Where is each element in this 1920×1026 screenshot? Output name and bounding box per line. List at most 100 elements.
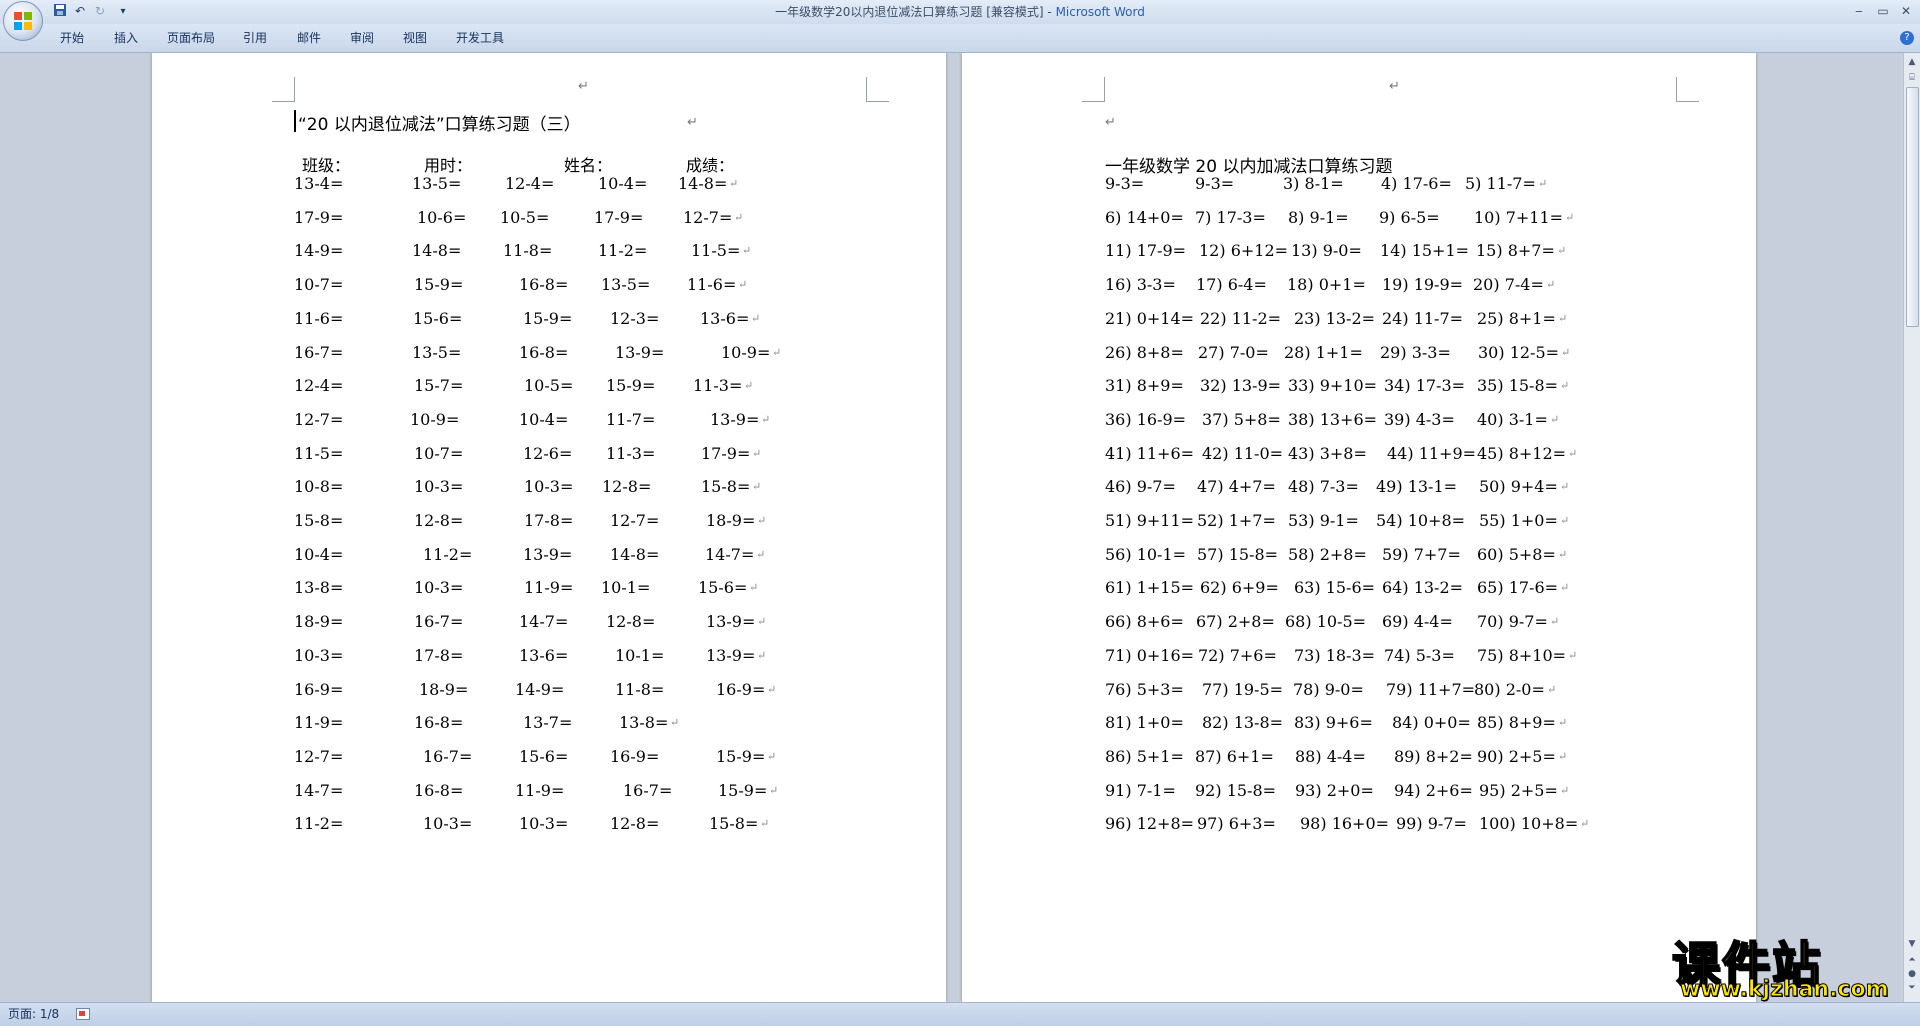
exercise-item: 12-7= — [683, 207, 733, 227]
exercise-item: 65) 17-6= — [1477, 578, 1559, 598]
exercise-item: 16-9= — [294, 679, 344, 699]
scroll-down-icon[interactable]: ▼ — [1905, 937, 1919, 951]
paragraph-mark: ↵ — [752, 480, 762, 494]
exercise-item: 4) 17-6= — [1381, 174, 1452, 193]
maximize-button[interactable]: ▭ — [1872, 2, 1894, 20]
save-icon[interactable] — [52, 3, 68, 20]
exercise-item: 51) 9+11= — [1105, 511, 1195, 530]
exercise-row: 16) 3-3= 17) 6-4= 18) 0+1= 19) 19-9= 20) 7-4… — [962, 275, 1756, 299]
paragraph-mark: ↵ — [1389, 79, 1400, 94]
close-button[interactable]: ✕ — [1895, 2, 1917, 20]
page-indicator[interactable]: 页面: 1/8 — [8, 1003, 59, 1026]
exercise-item: 26) 8+8= — [1105, 342, 1184, 362]
exercise-item: 10-1= — [601, 578, 651, 598]
exercise-row: 16-9= 18-9= 14-9= 11-8= 16-9= ↵ — [152, 680, 946, 704]
exercise-item: 68) 10-5= — [1285, 612, 1367, 632]
exercise-item: 11-7= — [606, 409, 656, 429]
exercise-item: 15-8= — [701, 477, 751, 497]
exercise-item: 23) 13-2= — [1294, 308, 1376, 328]
exercise-item: 54) 10+8= — [1376, 511, 1466, 530]
exercise-row: 9-3= 9-3= 3) 8-1= 4) 17-6= 5) 11-7= ↵ — [962, 174, 1756, 198]
exercise-item: 83) 9+6= — [1294, 713, 1373, 733]
exercise-item: 13-9= — [706, 645, 756, 665]
exercise-item: 18-9= — [419, 679, 469, 699]
help-icon[interactable]: ? — [1900, 31, 1914, 45]
worksheet-title: “20 以内退位减法”口算练习题（三） — [298, 110, 581, 135]
previous-page-icon[interactable]: ⏶ — [1905, 953, 1919, 967]
page-left[interactable]: ↵ “20 以内退位减法”口算练习题（三） ↵ 班级： 用时： 姓名： 成绩： … — [152, 53, 946, 1002]
exercise-item: 76) 5+3= — [1105, 679, 1184, 699]
exercise-item: 13-9= — [615, 342, 665, 362]
exercise-item: 62) 6+9= — [1200, 578, 1279, 598]
text-cursor — [294, 110, 296, 132]
exercise-item: 91) 7-1= — [1105, 780, 1176, 800]
page-right[interactable]: ↵ ↵ 一年级数学 20 以内加减法口算练习题 9-3= 9-3= 3) 8-1= 4… — [962, 53, 1756, 1002]
tab-references[interactable]: 引用 — [243, 24, 267, 52]
exercise-item: 11-5= — [691, 241, 741, 261]
exercise-item: 60) 5+8= — [1477, 544, 1556, 564]
tab-mailings[interactable]: 邮件 — [297, 24, 321, 52]
exercise-item: 90) 2+5= — [1477, 746, 1556, 766]
exercise-item: 13-8= — [619, 713, 669, 733]
exercise-item: 93) 2+0= — [1295, 780, 1374, 800]
exercise-row: 11-9= 16-8= 13-7= 13-8= ↵ — [152, 713, 946, 737]
tab-developer[interactable]: 开发工具 — [456, 24, 504, 52]
label-name: 姓名： — [564, 156, 613, 175]
exercise-row: 12-7= 10-9= 10-4= 11-7= 13-9= ↵ — [152, 410, 946, 434]
redo-icon[interactable]: ↻ — [92, 3, 108, 20]
exercise-item: 96) 12+8= — [1105, 814, 1195, 834]
exercise-item: 10-4= — [294, 544, 344, 564]
paragraph-mark: ↵ — [772, 345, 782, 359]
undo-icon[interactable]: ↶ — [72, 3, 88, 20]
paragraph-mark: ↵ — [1546, 278, 1556, 292]
exercise-item: 10-3= — [519, 814, 569, 834]
paragraph-mark: ↵ — [769, 783, 779, 797]
exercise-item: 82) 13-8= — [1202, 713, 1284, 733]
exercise-item: 17-9= — [294, 207, 344, 227]
exercise-row: 26) 8+8= 27) 7-0= 28) 1+1= 29) 3-3= 30) 12-5… — [962, 343, 1756, 367]
exercise-item: 15-6= — [413, 308, 463, 328]
crop-mark — [866, 77, 889, 102]
exercise-item: 74) 5-3= — [1384, 645, 1455, 665]
exercise-item: 27) 7-0= — [1198, 342, 1269, 362]
exercise-item: 11-9= — [515, 780, 565, 800]
tab-home[interactable]: 开始 — [60, 24, 84, 52]
tab-page-layout[interactable]: 页面布局 — [167, 24, 215, 52]
exercise-row: 10-3= 17-8= 13-6= 10-1= 13-9= ↵ — [152, 646, 946, 670]
exercise-item: 12-8= — [414, 511, 464, 530]
tab-review[interactable]: 审阅 — [350, 24, 374, 52]
status-bar: 页面: 1/8 — [0, 1002, 1920, 1026]
proofing-status-icon[interactable] — [76, 1008, 90, 1020]
paragraph-mark: ↵ — [670, 716, 680, 730]
scroll-up-icon[interactable]: ▲ — [1905, 55, 1919, 69]
paragraph-mark: ↵ — [1560, 379, 1570, 393]
exercise-item: 97) 6+3= — [1197, 814, 1276, 834]
vertical-scrollbar[interactable]: ▲ ⌸ ▼ ⏶ ● ⏷ — [1903, 53, 1920, 1002]
exercise-item: 10-7= — [294, 275, 344, 295]
exercise-row: 96) 12+8= 97) 6+3= 98) 16+0= 99) 9-7= 100) 1… — [962, 814, 1756, 838]
customize-toolbar-icon[interactable]: ▾ — [116, 3, 130, 20]
exercise-item: 13-9= — [706, 612, 756, 632]
exercise-item: 40) 3-1= — [1477, 409, 1548, 429]
scroll-thumb[interactable] — [1906, 87, 1919, 327]
tab-view[interactable]: 视图 — [403, 24, 427, 52]
browse-object-icon[interactable]: ● — [1905, 967, 1919, 981]
next-page-icon[interactable]: ⏷ — [1905, 981, 1919, 995]
ruler-toggle-icon[interactable]: ⌸ — [1905, 71, 1919, 85]
paragraph-mark: ↵ — [742, 244, 752, 258]
exercise-item: 16-7= — [423, 746, 473, 766]
exercise-item: 94) 2+6= — [1394, 780, 1473, 800]
exercise-item: 14-8= — [610, 544, 660, 564]
paragraph-mark: ↵ — [1560, 581, 1570, 595]
exercise-item: 11-3= — [693, 376, 743, 396]
minimize-button[interactable]: ‒ — [1848, 2, 1870, 20]
tab-insert[interactable]: 插入 — [114, 24, 138, 52]
paragraph-mark: ↵ — [761, 412, 771, 426]
exercise-item: 16-7= — [414, 612, 464, 632]
exercise-item: 19) 19-9= — [1382, 275, 1464, 295]
exercise-item: 17-9= — [594, 207, 644, 227]
title-bar: 一年级数学20以内退位减法口算练习题 [兼容模式] - Microsoft Wo… — [0, 0, 1920, 24]
office-button[interactable] — [3, 1, 43, 41]
paragraph-mark: ↵ — [738, 278, 748, 292]
crop-mark — [1676, 77, 1699, 102]
